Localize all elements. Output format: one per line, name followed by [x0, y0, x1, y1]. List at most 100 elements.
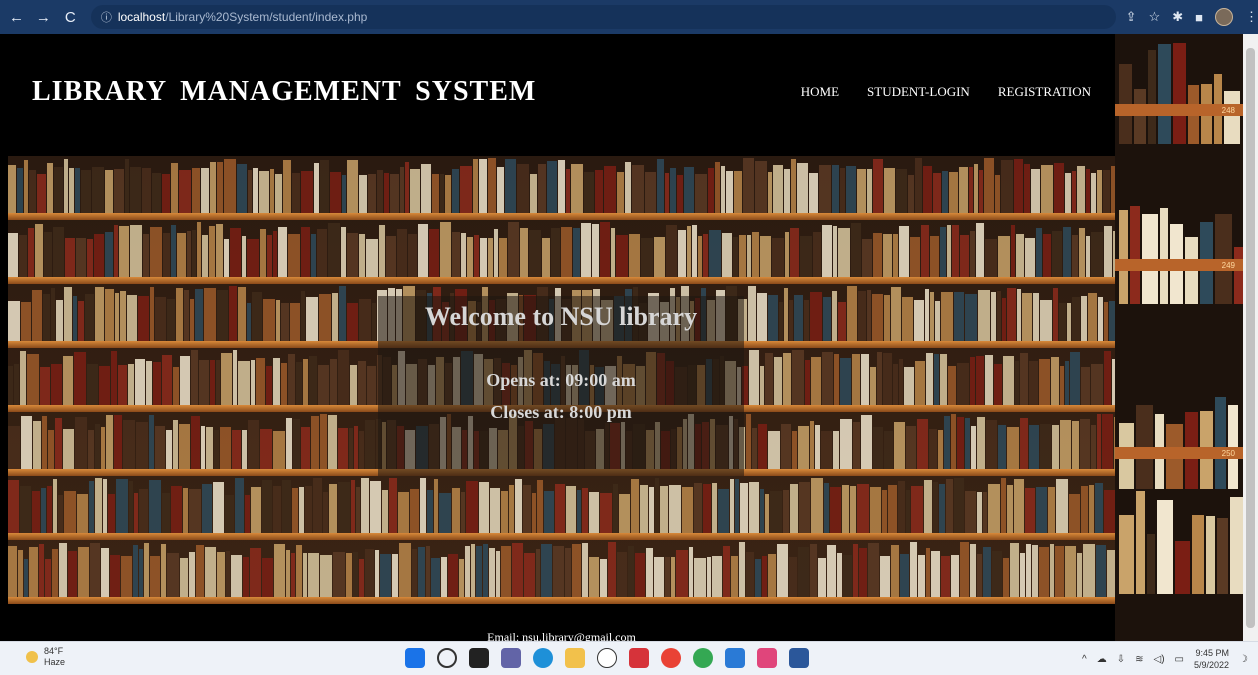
share-icon[interactable]: ⇪ [1126, 9, 1137, 25]
nav-student-login-link[interactable]: STUDENT-LOGIN [867, 84, 970, 100]
mcafee-icon[interactable] [629, 648, 649, 668]
book-spine [349, 428, 353, 469]
volume-icon[interactable]: ◁) [1154, 654, 1165, 665]
wifi-icon[interactable]: ≋ [1135, 654, 1143, 665]
book-spine [1081, 367, 1090, 405]
book-spine [192, 230, 196, 277]
book-spine [1002, 298, 1006, 341]
book-spine [471, 544, 475, 597]
shelf-label: 249 [1221, 261, 1235, 270]
book-spine [1060, 420, 1071, 469]
book-spine [538, 164, 546, 213]
book-spine [977, 417, 985, 469]
weather-widget[interactable]: 84°F Haze [26, 646, 65, 668]
book-spine [752, 428, 757, 469]
book-spine [971, 426, 976, 469]
book-spine [301, 427, 310, 469]
book-spine [173, 367, 179, 405]
avatar[interactable] [1214, 8, 1233, 26]
book-spine [358, 361, 366, 405]
chat-icon[interactable] [501, 648, 521, 668]
chrome-profile-icon[interactable] [693, 648, 713, 668]
file-explorer-icon[interactable] [565, 648, 585, 668]
tab-icon[interactable]: ■ [1195, 10, 1203, 25]
usb-icon[interactable]: ⇩ [1117, 654, 1125, 665]
book-spine [684, 167, 694, 213]
book-spine [1025, 238, 1035, 277]
forward-arrow-icon[interactable]: → [33, 9, 54, 26]
book-spine [805, 360, 810, 405]
book-spine [977, 554, 982, 597]
book-spine [970, 357, 975, 405]
notification-icon[interactable]: ☽ [1239, 654, 1248, 665]
app-icon[interactable] [757, 648, 777, 668]
book-spine [765, 353, 773, 405]
book-spine [677, 175, 683, 213]
book-spine [762, 556, 767, 597]
book-spine [992, 551, 1002, 597]
book-spine [216, 224, 223, 277]
book-spine [695, 174, 707, 213]
book-spine [1096, 545, 1106, 597]
book-spine [191, 350, 198, 405]
book-spine [739, 235, 746, 277]
edge-icon[interactable] [533, 648, 553, 668]
clock[interactable]: 9:45 PM 5/9/2022 [1194, 647, 1229, 671]
chevron-up-icon[interactable]: ^ [1082, 654, 1087, 665]
search-icon[interactable] [437, 648, 457, 668]
bookmark-star-icon[interactable]: ☆ [1149, 9, 1161, 25]
book-spine [87, 364, 98, 405]
dell-icon[interactable] [597, 648, 617, 668]
word-icon[interactable] [789, 648, 809, 668]
scrollbar[interactable] [1243, 34, 1258, 641]
book-spine [858, 291, 866, 341]
book-spine [490, 488, 500, 533]
book-spine [1095, 483, 1103, 533]
book-spine [489, 548, 495, 597]
scroll-thumb[interactable] [1246, 48, 1255, 628]
book-spine [1059, 303, 1066, 341]
book-spine [166, 430, 172, 469]
book-spine [204, 288, 216, 341]
book-spine [421, 164, 431, 213]
book-spine [721, 166, 725, 213]
reload-icon[interactable]: C [60, 9, 81, 26]
book-spine [375, 550, 379, 597]
book-spine [251, 360, 255, 405]
book-spine [410, 489, 419, 533]
extensions-icon[interactable]: ✱ [1172, 9, 1183, 25]
back-arrow-icon[interactable]: ← [6, 9, 27, 26]
book-spine [150, 287, 154, 341]
book-spine [74, 352, 86, 405]
menu-icon[interactable]: ⋮ [1245, 9, 1258, 25]
nav-registration-link[interactable]: REGISTRATION [998, 84, 1091, 100]
book-spine [32, 290, 42, 341]
chrome-icon[interactable] [661, 648, 681, 668]
book-spine [305, 486, 312, 533]
vscode-icon[interactable] [725, 648, 745, 668]
book-spine [311, 416, 319, 469]
book-spine [359, 431, 364, 469]
book-spine [1103, 170, 1110, 213]
book-spine [338, 428, 348, 469]
book-spine [798, 547, 809, 597]
book-spine [105, 289, 114, 341]
book-spine [882, 490, 887, 533]
task-view-icon[interactable] [469, 648, 489, 668]
book-spine [372, 303, 376, 341]
book-spine [678, 230, 686, 277]
book-spine [870, 367, 876, 405]
book-spine [187, 231, 191, 277]
nav-home-link[interactable]: HOME [801, 84, 839, 100]
book-spine [1036, 228, 1042, 277]
book-spine [760, 489, 764, 533]
battery-icon[interactable]: ▭ [1175, 654, 1184, 665]
book-spine [314, 163, 319, 213]
book-spine [192, 168, 200, 213]
address-bar[interactable]: ⓘ localhost /Library%20System/student/in… [90, 5, 1116, 29]
book-spine [51, 288, 55, 341]
start-icon[interactable] [405, 648, 425, 668]
cloud-icon[interactable]: ☁ [1097, 654, 1107, 665]
book-spine [1020, 353, 1028, 405]
info-icon[interactable]: ⓘ [101, 9, 112, 25]
